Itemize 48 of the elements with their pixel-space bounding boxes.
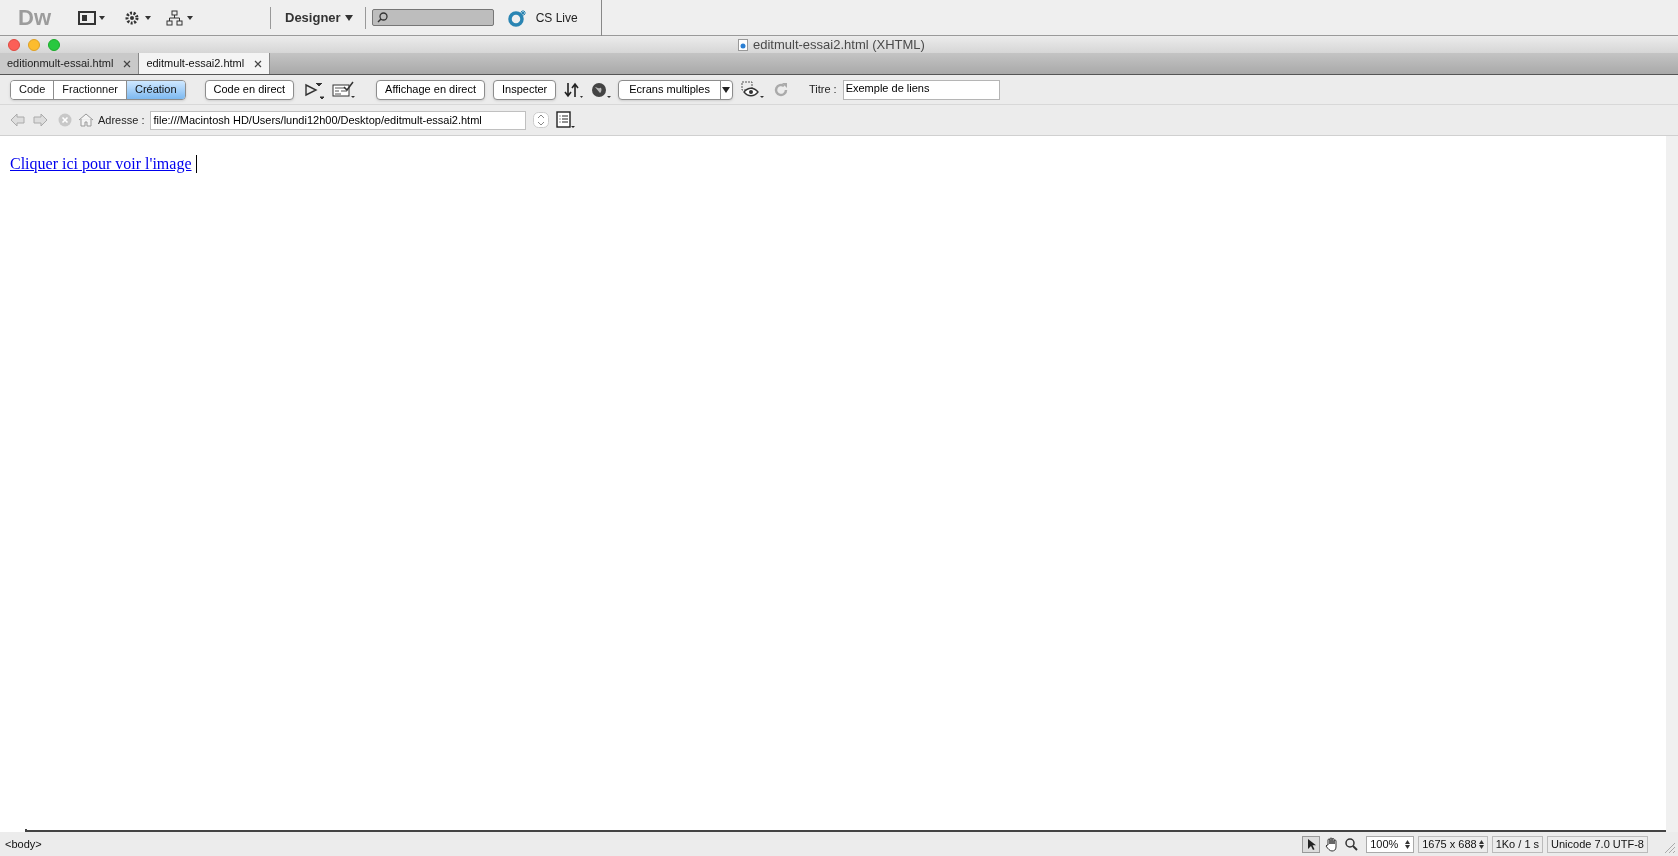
stepper-icon[interactable] (533, 112, 550, 128)
app-logo: Dw (18, 4, 52, 32)
title-field[interactable]: Exemple de liens (842, 79, 1000, 100)
caret-icon (722, 86, 731, 93)
cs-live-icon (507, 8, 528, 27)
title-label: Titre : (808, 82, 837, 98)
file-compare-icon[interactable] (304, 80, 327, 99)
close-window-button[interactable] (8, 38, 20, 51)
caret-icon (344, 14, 353, 21)
zoom-tool-icon[interactable] (1344, 837, 1359, 851)
workspace-menu[interactable]: Designer (285, 7, 353, 28)
eye-icon[interactable] (740, 80, 765, 99)
zoom-field[interactable]: 100% (1366, 835, 1415, 853)
stepper-icon (1478, 839, 1484, 849)
window-title: editmult-essai2.html (XHTML) (753, 35, 925, 54)
sitemap-icon[interactable] (166, 9, 194, 26)
view-button[interactable]: Création (125, 80, 185, 99)
search-icon (376, 12, 388, 23)
globe-icon[interactable] (590, 80, 613, 99)
inspect-button[interactable]: Inspecter (493, 79, 557, 100)
sort-arrows-icon[interactable] (564, 80, 585, 99)
tag-selector[interactable]: <body> (5, 835, 42, 853)
multiscreen-dropdown[interactable]: Ecrans multiples (618, 79, 733, 100)
validate-icon[interactable] (332, 80, 357, 99)
view-button[interactable]: Code (11, 80, 54, 99)
document-tab[interactable]: editionmult-essai.html (0, 53, 140, 74)
pointer-tool-icon[interactable] (1302, 835, 1321, 853)
gear-icon[interactable] (124, 9, 152, 26)
close-icon[interactable] (254, 59, 263, 68)
view-button[interactable]: Fractionner (53, 80, 126, 99)
stepper-icon (1405, 839, 1411, 849)
search-field[interactable] (371, 9, 494, 26)
address-field[interactable]: file:///Macintosh HD/Users/lundi12h00/Desktop/editmult-essai2.html (150, 110, 527, 130)
encoding-label: Unicode 7.0 UTF-8 (1547, 835, 1648, 853)
address-label: Adresse : (98, 112, 145, 128)
cs-live-button[interactable]: CS Live (507, 8, 578, 27)
layout-icon[interactable] (78, 10, 106, 25)
live-view-button[interactable]: Affichage en direct (376, 79, 485, 100)
window-size-selector[interactable]: 1675 x 688 (1418, 835, 1488, 853)
close-icon[interactable] (123, 59, 132, 68)
browse-list-icon[interactable] (556, 111, 577, 129)
document-link[interactable]: Cliquer ici pour voir l'image (10, 152, 192, 176)
document-icon (738, 38, 748, 51)
live-code-button[interactable]: Code en direct (204, 79, 295, 100)
resize-grip-icon[interactable] (1662, 840, 1676, 854)
download-size: 1Ko / 1 s (1491, 835, 1544, 853)
text-cursor (195, 155, 197, 173)
document-tab[interactable]: editmult-essai2.html (139, 53, 271, 74)
